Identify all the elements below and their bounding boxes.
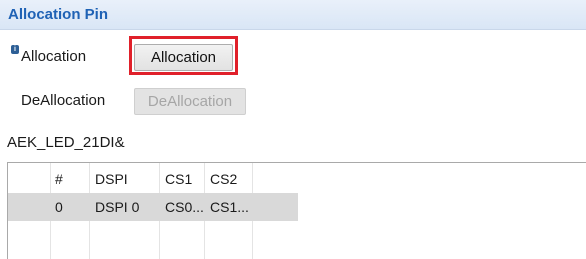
allocation-label: Allocation bbox=[21, 48, 87, 65]
section-title: Allocation Pin bbox=[8, 6, 109, 23]
info-icon: i bbox=[11, 45, 19, 54]
column-header[interactable]: CS1 bbox=[165, 165, 192, 193]
column-header[interactable]: # bbox=[55, 165, 63, 193]
pin-table[interactable]: # DSPI CS1 CS2 0 DSPI 0 CS0... CS1... bbox=[7, 162, 586, 259]
row-dspi: DSPI 0 bbox=[95, 199, 140, 215]
table-header-row: # DSPI CS1 CS2 bbox=[8, 165, 308, 193]
table-row[interactable]: 0 DSPI 0 CS0... CS1... bbox=[8, 193, 298, 221]
section-header: Allocation Pin bbox=[0, 0, 586, 30]
deallocation-label: DeAllocation bbox=[21, 92, 106, 109]
row-cs1: CS0... bbox=[165, 199, 204, 215]
column-header[interactable]: CS2 bbox=[210, 165, 237, 193]
device-label: AEK_LED_21DI& bbox=[7, 134, 125, 151]
allocation-highlight bbox=[129, 36, 238, 75]
row-cs2: CS1... bbox=[210, 199, 249, 215]
column-header[interactable]: DSPI bbox=[95, 165, 128, 193]
deallocation-button[interactable]: DeAllocation bbox=[134, 88, 246, 115]
row-index: 0 bbox=[55, 199, 63, 215]
